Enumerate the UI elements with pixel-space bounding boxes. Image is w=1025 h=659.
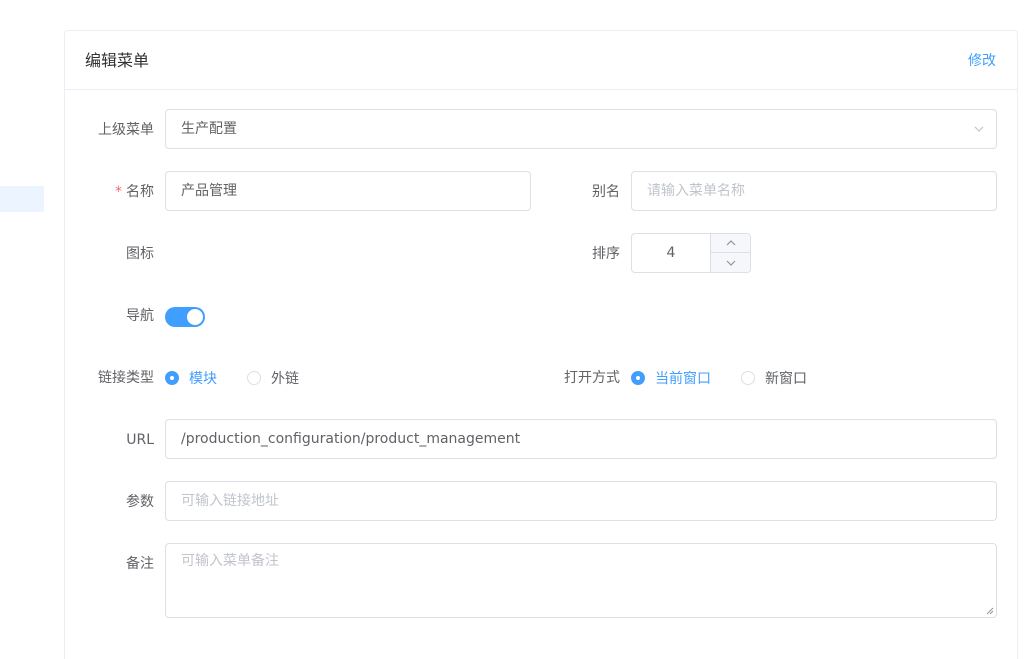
sidebar: [0, 0, 45, 659]
edit-menu-card: 编辑菜单 修改 上级菜单 生产配置 * 名称 产品管理 别名 请输入菜单名称 图标…: [64, 30, 1018, 659]
modify-button[interactable]: 修改: [968, 51, 996, 71]
name-input[interactable]: 产品管理: [165, 171, 531, 211]
radio-label: 当前窗口: [655, 371, 711, 387]
card-title: 编辑菜单: [85, 51, 150, 70]
nav-toggle[interactable]: [165, 307, 205, 327]
chevron-down-icon: [726, 260, 735, 266]
alias-label: 别名: [592, 184, 620, 200]
radio-checked-icon: [631, 371, 645, 385]
order-stepper[interactable]: 4: [631, 233, 751, 273]
params-label: 参数: [126, 494, 154, 510]
decrease-button[interactable]: [710, 253, 750, 272]
radio-label: 新窗口: [765, 371, 807, 387]
link-type-label: 链接类型: [98, 370, 154, 386]
radio-unchecked-icon: [741, 371, 755, 385]
radio-checked-icon: [165, 371, 179, 385]
open-mode-label: 打开方式: [564, 370, 620, 386]
remark-label: 备注: [126, 556, 154, 572]
radio-open-current-window[interactable]: 当前窗口: [631, 368, 711, 388]
icon-label: 图标: [126, 246, 154, 262]
toggle-knob: [187, 309, 203, 325]
sidebar-active-item[interactable]: [0, 186, 44, 212]
parent-menu-value: 生产配置: [181, 121, 237, 137]
resize-handle-icon[interactable]: [986, 607, 994, 615]
chevron-up-icon: [726, 240, 735, 246]
radio-label: 外链: [271, 371, 299, 387]
radio-open-new-window[interactable]: 新窗口: [741, 368, 807, 388]
url-input[interactable]: /production_configuration/product_manage…: [165, 419, 997, 459]
order-value[interactable]: 4: [632, 234, 710, 272]
nav-label: 导航: [126, 308, 154, 324]
parent-menu-label: 上级菜单: [98, 122, 154, 138]
url-label: URL: [126, 432, 154, 448]
radio-link-module[interactable]: 模块: [165, 368, 217, 388]
alias-input[interactable]: 请输入菜单名称: [631, 171, 997, 211]
radio-link-external[interactable]: 外链: [247, 368, 299, 388]
radio-unchecked-icon: [247, 371, 261, 385]
chevron-down-icon: [974, 126, 984, 132]
remark-textarea[interactable]: 可输入菜单备注: [165, 543, 997, 618]
name-label: * 名称: [115, 184, 154, 200]
card-header: 编辑菜单 修改: [65, 31, 1017, 90]
parent-menu-select[interactable]: 生产配置: [165, 109, 997, 149]
radio-label: 模块: [189, 371, 217, 387]
remark-placeholder: 可输入菜单备注: [181, 553, 279, 569]
order-label: 排序: [592, 246, 620, 262]
required-mark: *: [115, 184, 122, 200]
increase-button[interactable]: [710, 234, 750, 253]
params-input[interactable]: 可输入链接地址: [165, 481, 997, 521]
